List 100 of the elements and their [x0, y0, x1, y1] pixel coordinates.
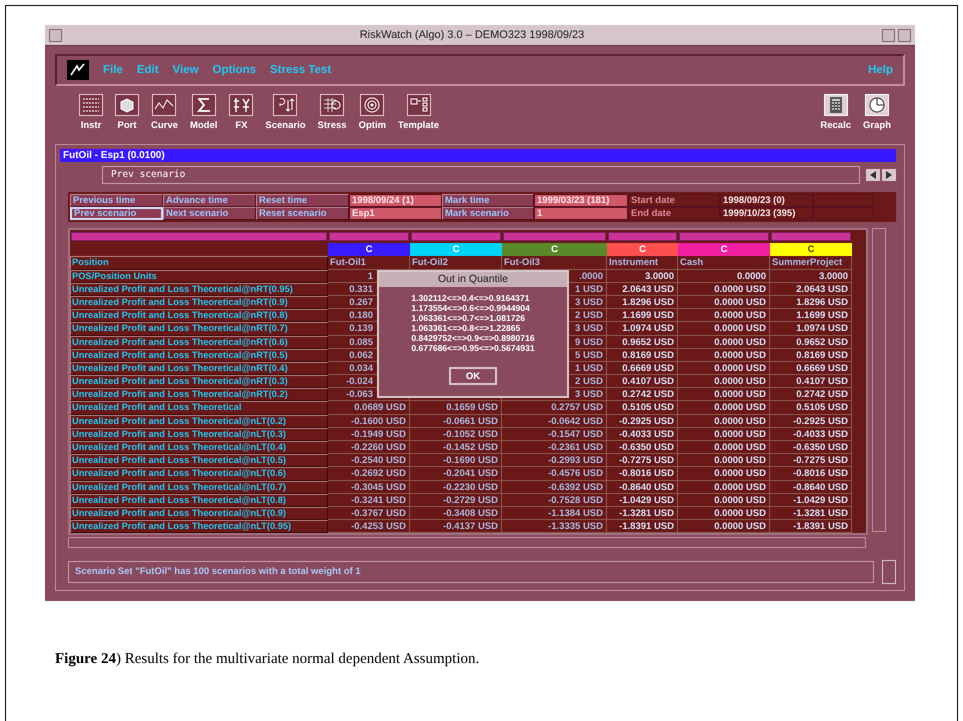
table-cell: -0.2692 USD [351, 468, 406, 480]
row-header[interactable]: Unrealized Profit and Loss Theoretical@nRT(0.95) [70, 282, 328, 296]
grid-button[interactable]: Mark scenario [442, 207, 534, 220]
row-header[interactable]: Position [70, 256, 328, 270]
target-icon [360, 94, 384, 116]
grid-button[interactable]: Previous time [70, 194, 163, 207]
toolbar-button[interactable]: Port [115, 94, 139, 131]
grid-button[interactable]: Reset scenario [256, 207, 349, 220]
toolbar-button[interactable]: Model [190, 94, 218, 131]
menu-item[interactable]: File [103, 64, 123, 76]
logo-icon [67, 60, 89, 80]
row-header[interactable]: Unrealized Profit and Loss Theoretical@nLT(0.5) [70, 454, 328, 468]
table-cell: -0.3767 USD [351, 508, 406, 519]
table-cell: 9 USD [575, 336, 603, 348]
grid-icon [320, 94, 344, 116]
ok-button[interactable]: OK [449, 367, 497, 385]
vertical-scrollbar[interactable] [872, 228, 886, 532]
value-field: 1999/03/23 (181) [534, 194, 628, 207]
grid-button[interactable]: Advance time [163, 194, 256, 207]
menu-item[interactable]: Help [868, 64, 893, 76]
table-cell: 0.6669 USD [796, 362, 848, 374]
toolbar-button[interactable]: Instr [79, 94, 103, 131]
toolbar-button[interactable]: Recalc [820, 94, 852, 131]
table-cell: 0.9652 USD [796, 336, 848, 348]
table-cell: 1.8296 USD [796, 296, 848, 308]
table-cell: 3.0000 [644, 270, 674, 282]
row-header[interactable]: Unrealized Profit and Loss Theoretical@nRT(0.4) [70, 362, 328, 376]
row-header[interactable]: Unrealized Profit and Loss Theoretical@nLT(0.4) [70, 441, 328, 454]
table-cell: 0.062 [349, 350, 373, 361]
table-cell: 0.139 [349, 323, 373, 334]
row-header[interactable]: POS/Position Units [70, 270, 328, 283]
minimize-icon[interactable] [882, 28, 895, 42]
table-cell: 2 USD [575, 376, 603, 388]
column-header: SummerProject [770, 256, 852, 270]
table-cell: 0.5105 USD [796, 402, 848, 414]
value-field: Esp1 [349, 207, 442, 220]
table-cell: -0.2041 USD [443, 468, 498, 480]
table-cell: -0.6350 USD [619, 442, 674, 453]
table-cell: 0.5105 USD [622, 402, 674, 414]
row-header[interactable]: Unrealized Profit and Loss Theoretical [70, 401, 328, 415]
row-header[interactable]: Unrealized Profit and Loss Theoretical@nRT(0.8) [70, 309, 328, 322]
row-header[interactable]: Unrealized Profit and Loss Theoretical@nLT(0.8) [70, 494, 328, 507]
row-header[interactable]: Unrealized Profit and Loss Theoretical@nRT(0.5) [70, 348, 328, 362]
table-cell: 0.2742 USD [622, 389, 674, 400]
grid-button[interactable]: Prev scenario [70, 207, 163, 220]
window-title: RiskWatch (Algo) 3.0 – DEMO323 1998/09/23 [358, 29, 586, 41]
table-cell: -1.3281 USD [793, 508, 848, 519]
menu-item[interactable]: View [172, 64, 199, 76]
pie-chart-icon [865, 94, 889, 116]
grid-button[interactable]: Mark time [442, 194, 534, 207]
row-header[interactable]: Unrealized Profit and Loss Theoretical@nRT(0.9) [70, 296, 328, 310]
table-cell: 0.0000 USD [714, 416, 766, 427]
table-cell: 3 USD [575, 389, 603, 400]
grid-button[interactable]: Reset time [256, 194, 349, 207]
table-cell: -0.4137 USD [443, 521, 498, 532]
toolbar-button[interactable]: Stress [318, 94, 347, 131]
table-cell: -0.7528 USD [548, 494, 603, 506]
row-header[interactable]: Unrealized Profit and Loss Theoretical@nRT(0.3) [70, 375, 328, 388]
table-cell: .0000 [579, 270, 603, 282]
table-cell: 0.0000 USD [714, 428, 766, 440]
row-header[interactable]: Unrealized Profit and Loss Theoretical@nRT(0.7) [70, 322, 328, 336]
maximize-icon[interactable] [898, 28, 911, 42]
table-cell: 0.9652 USD [622, 336, 674, 348]
row-header[interactable]: Unrealized Profit and Loss Theoretical@nLT(0.6) [70, 467, 328, 481]
menu-item[interactable]: Stress Test [270, 64, 332, 76]
value-field: 1 [534, 207, 628, 220]
horizontal-scrollbar[interactable] [68, 537, 866, 548]
table-cell: -0.3241 USD [351, 494, 406, 506]
row-header[interactable]: Unrealized Profit and Loss Theoretical@nLT(0.9) [70, 506, 328, 520]
window-menu-icon[interactable] [49, 28, 62, 42]
table-cell: 0.0000 USD [714, 376, 766, 388]
spin-button[interactable] [882, 560, 896, 584]
table-cell: 2 USD [575, 310, 603, 322]
row-header[interactable]: Unrealized Profit and Loss Theoretical@nRT(0.6) [70, 336, 328, 349]
toolbar-button[interactable]: Graph [863, 94, 891, 131]
table-cell: 3.0000 [818, 270, 848, 282]
row-header[interactable]: Unrealized Profit and Loss Theoretical@nRT(0.2) [70, 388, 328, 402]
table-cell: -0.2729 USD [443, 494, 498, 506]
row-header[interactable]: Unrealized Profit and Loss Theoretical@nLT(0.7) [70, 480, 328, 494]
table-cell: -0.2925 USD [619, 416, 674, 427]
table-cell: 0.0000 USD [714, 389, 766, 400]
toolbar-button[interactable]: Optim [358, 94, 386, 131]
toolbar-button[interactable]: FX [229, 94, 254, 131]
table-cell: -0.7275 USD [793, 455, 848, 466]
row-header[interactable]: Unrealized Profit and Loss Theoretical@nLT(0.2) [70, 414, 328, 428]
menu-item[interactable]: Edit [136, 64, 159, 76]
column-color-tag: C [770, 243, 852, 256]
row-header[interactable]: Unrealized Profit and Loss Theoretical@nLT(0.95) [70, 520, 328, 534]
result-line: 1.173554<=>0.6<=>0.9944904 [411, 303, 531, 313]
table-cell: -0.7275 USD [619, 455, 674, 466]
row-header[interactable]: Unrealized Profit and Loss Theoretical@nLT(0.3) [70, 428, 328, 441]
menu-item[interactable]: Options [212, 64, 256, 76]
grid-button[interactable]: Next scenario [163, 207, 256, 220]
field-label: Start date [628, 194, 720, 207]
table-cell: -1.8391 USD [619, 521, 674, 532]
result-line: 1.063361<=>0.7<=>1.081726 [411, 313, 526, 323]
toolbar-button[interactable]: Template [398, 94, 440, 131]
toolbar-button[interactable]: Scenario [265, 94, 306, 131]
toolbar-button[interactable]: Curve [151, 94, 178, 131]
table-cell: -0.4253 USD [351, 521, 406, 532]
